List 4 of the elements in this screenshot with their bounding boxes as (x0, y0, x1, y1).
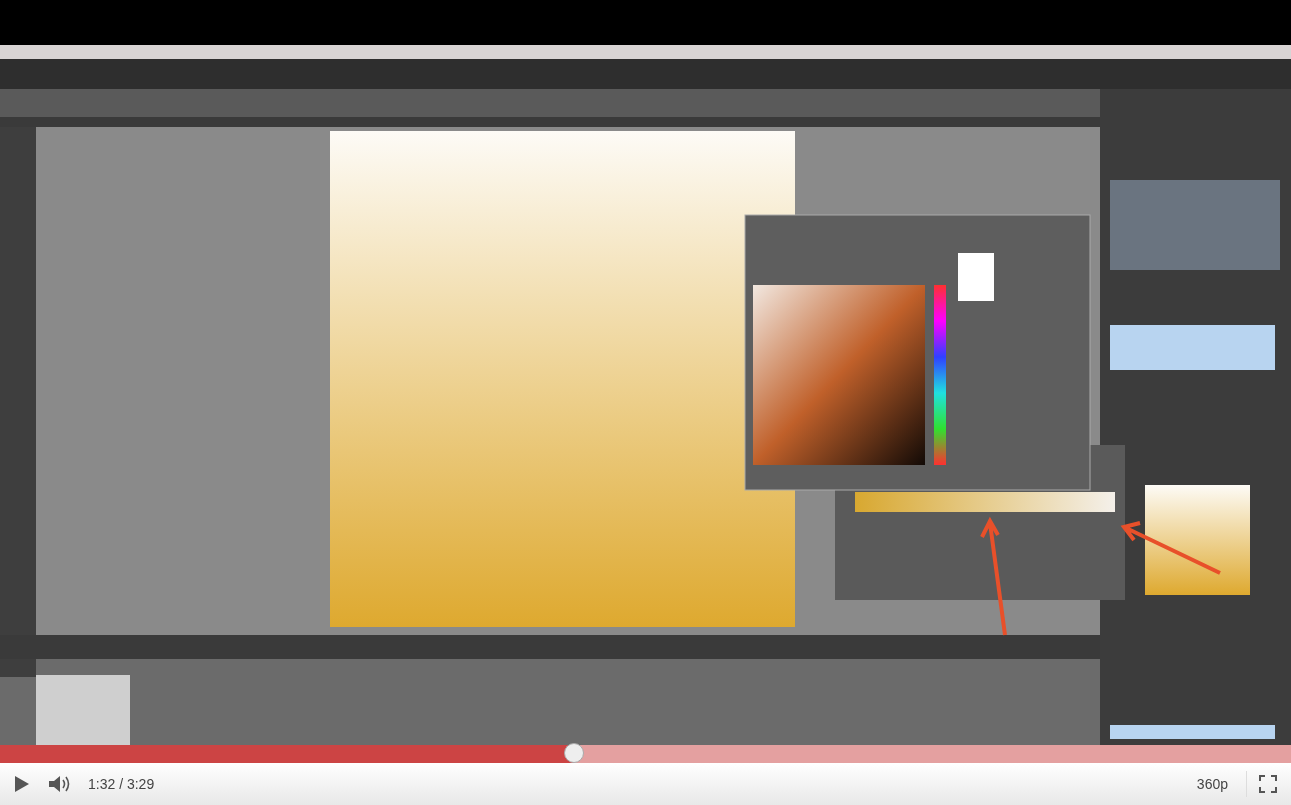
quality-button[interactable]: 360p (1188, 772, 1236, 796)
time-display: 1:32 / 3:29 (88, 776, 155, 792)
play-icon (14, 775, 30, 793)
fullscreen-icon (1259, 775, 1277, 793)
